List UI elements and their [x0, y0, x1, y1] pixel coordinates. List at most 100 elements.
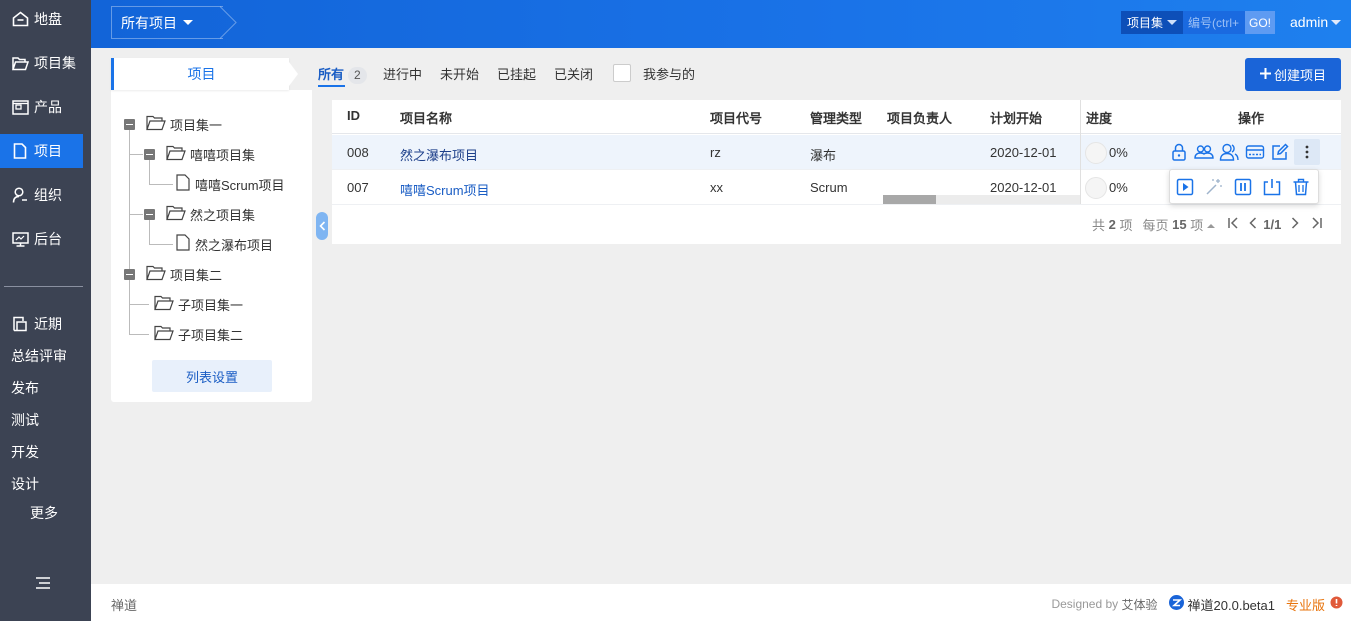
tab-wait[interactable]: 未开始: [440, 64, 479, 83]
tree-node-program[interactable]: 项目集一: [146, 114, 222, 134]
caret-up-icon[interactable]: [1207, 217, 1216, 232]
nav-item-project[interactable]: 项目: [0, 134, 83, 168]
nav-item-dashboard[interactable]: 地盘: [0, 2, 91, 36]
last-page-icon[interactable]: [1311, 217, 1323, 232]
upgrade-alert-icon[interactable]: [1330, 596, 1343, 612]
panel-tab-project[interactable]: 项目: [111, 58, 289, 90]
tree-collapse-toggle[interactable]: [124, 119, 135, 130]
nav-sub-design[interactable]: 设计: [11, 474, 39, 494]
tree-node-project[interactable]: 然之瀑布项目: [176, 234, 273, 254]
tree-node-label: 子项目集一: [178, 297, 244, 313]
create-project-button[interactable]: 创建项目: [1245, 58, 1341, 91]
pager-total-suffix: 项: [1119, 218, 1133, 233]
tree-node-label: 嘻嘻Scrum项目: [195, 177, 285, 193]
project-name-link[interactable]: 嘻嘻Scrum项目: [400, 180, 490, 199]
progress-ring: [1085, 142, 1107, 164]
table-row[interactable]: 008 然之瀑布项目 rz 瀑布 2020-12-01 0%: [332, 135, 1341, 170]
nav-sub-release[interactable]: 发布: [11, 378, 39, 398]
username: admin: [1290, 14, 1329, 30]
folder-open-icon: [146, 115, 166, 134]
tree-node-program[interactable]: 然之项目集: [166, 204, 255, 224]
col-code[interactable]: 项目代号: [710, 108, 762, 127]
nav-item-admin[interactable]: 后台: [0, 222, 91, 256]
tree-node-program[interactable]: 子项目集一: [154, 294, 243, 314]
menu-collapse-icon[interactable]: [35, 576, 51, 593]
nav-divider: [4, 286, 83, 287]
involved-checkbox[interactable]: [613, 64, 631, 82]
search-scope-select[interactable]: 项目集: [1121, 11, 1184, 34]
footer: 禅道 Designed by 艾体验 禅道20.0.beta1 专业版: [91, 584, 1351, 621]
close-project-icon[interactable]: [1262, 177, 1282, 197]
pager-per-page[interactable]: 15: [1172, 217, 1186, 232]
tree-node-project[interactable]: 嘻嘻Scrum项目: [176, 174, 285, 194]
nav-more[interactable]: 更多: [30, 503, 58, 523]
tree-node-program[interactable]: 项目集二: [146, 264, 222, 284]
global-search: 项目集 编号(ctrl+ GO!: [1121, 11, 1276, 34]
tree-collapse-toggle[interactable]: [144, 149, 155, 160]
prev-page-icon[interactable]: [1249, 217, 1257, 232]
user-icon: [11, 186, 29, 204]
nav-label: 地盘: [34, 11, 62, 27]
footer-designer[interactable]: 艾体验: [1122, 596, 1158, 613]
chevron-left-icon: [318, 219, 326, 234]
col-owner[interactable]: 项目负责人: [887, 108, 952, 127]
nav-item-org[interactable]: 组织: [0, 178, 91, 212]
project-scope-dropdown[interactable]: 所有项目: [111, 6, 237, 39]
footer-version[interactable]: 禅道20.0.beta1: [1188, 595, 1275, 614]
footer-edition[interactable]: 专业版: [1286, 595, 1325, 614]
nav-sub-test[interactable]: 测试: [11, 410, 39, 430]
sidebar-collapse-handle[interactable]: [316, 212, 328, 240]
nav-label: 近期: [34, 316, 62, 332]
team-icon[interactable]: [1194, 142, 1214, 162]
nav-item-recent[interactable]: 近期: [0, 307, 91, 341]
suspend-icon[interactable]: [1233, 177, 1253, 197]
tree-node-label: 子项目集二: [178, 327, 244, 343]
first-page-icon[interactable]: [1227, 217, 1239, 232]
pager-total: 2: [1108, 217, 1116, 232]
nav-sub-dev[interactable]: 开发: [11, 442, 39, 462]
nav-label: 产品: [34, 99, 62, 115]
tab-closed[interactable]: 已关闭: [554, 64, 593, 83]
delete-icon[interactable]: [1291, 177, 1311, 197]
scrollbar-thumb[interactable]: [883, 195, 936, 204]
nav-sub-review[interactable]: 总结评审: [11, 346, 67, 366]
next-page-icon[interactable]: [1291, 217, 1299, 232]
tree-node-program[interactable]: 子项目集二: [154, 324, 243, 344]
zentao-logo-icon: [1168, 594, 1185, 614]
footer-app-name[interactable]: 禅道: [111, 595, 137, 614]
tab-count-badge: 2: [348, 67, 367, 84]
lock-icon[interactable]: [1169, 142, 1189, 162]
col-name[interactable]: 项目名称: [400, 108, 452, 127]
tab-doing[interactable]: 进行中: [383, 64, 422, 83]
list-setting-button[interactable]: 列表设置: [152, 360, 272, 392]
col-begin[interactable]: 计划开始: [990, 108, 1042, 127]
tree-node-label: 项目集二: [170, 267, 223, 283]
tree-node-label: 然之瀑布项目: [195, 237, 274, 253]
member-icon[interactable]: [1219, 142, 1239, 162]
magic-icon[interactable]: [1204, 177, 1224, 197]
col-model[interactable]: 管理类型: [810, 108, 862, 127]
budget-icon[interactable]: [1245, 142, 1265, 162]
edit-icon[interactable]: [1270, 142, 1290, 162]
tree-node-program[interactable]: 嘻嘻项目集: [166, 144, 255, 164]
monitor-icon: [11, 230, 29, 248]
tree-collapse-toggle[interactable]: [144, 209, 155, 220]
pager-per-page-suffix: 项: [1190, 218, 1204, 233]
tree-collapse-toggle[interactable]: [124, 269, 135, 280]
program-tree-panel: 项目 项目集一 嘻嘻项目集 嘻嘻Scrum项目 然之项目集 然之瀑布项目 项目集…: [111, 58, 312, 402]
col-progress[interactable]: 进度: [1086, 108, 1112, 127]
more-icon[interactable]: [1294, 139, 1320, 165]
user-menu[interactable]: admin: [1290, 14, 1342, 30]
start-icon[interactable]: [1175, 177, 1195, 197]
nav-item-product[interactable]: 产品: [0, 90, 91, 124]
tree-line: [129, 214, 143, 215]
nav-item-program[interactable]: 项目集: [0, 46, 91, 80]
project-name-link[interactable]: 然之瀑布项目: [400, 145, 478, 164]
search-input[interactable]: 编号(ctrl+: [1183, 11, 1246, 34]
search-go-button[interactable]: GO!: [1245, 11, 1276, 34]
tab-all[interactable]: 所有 2: [318, 64, 367, 84]
tree-line: [129, 304, 149, 305]
col-id[interactable]: ID: [347, 108, 360, 123]
tab-suspended[interactable]: 已挂起: [497, 64, 536, 83]
folder-open-icon: [11, 54, 29, 72]
